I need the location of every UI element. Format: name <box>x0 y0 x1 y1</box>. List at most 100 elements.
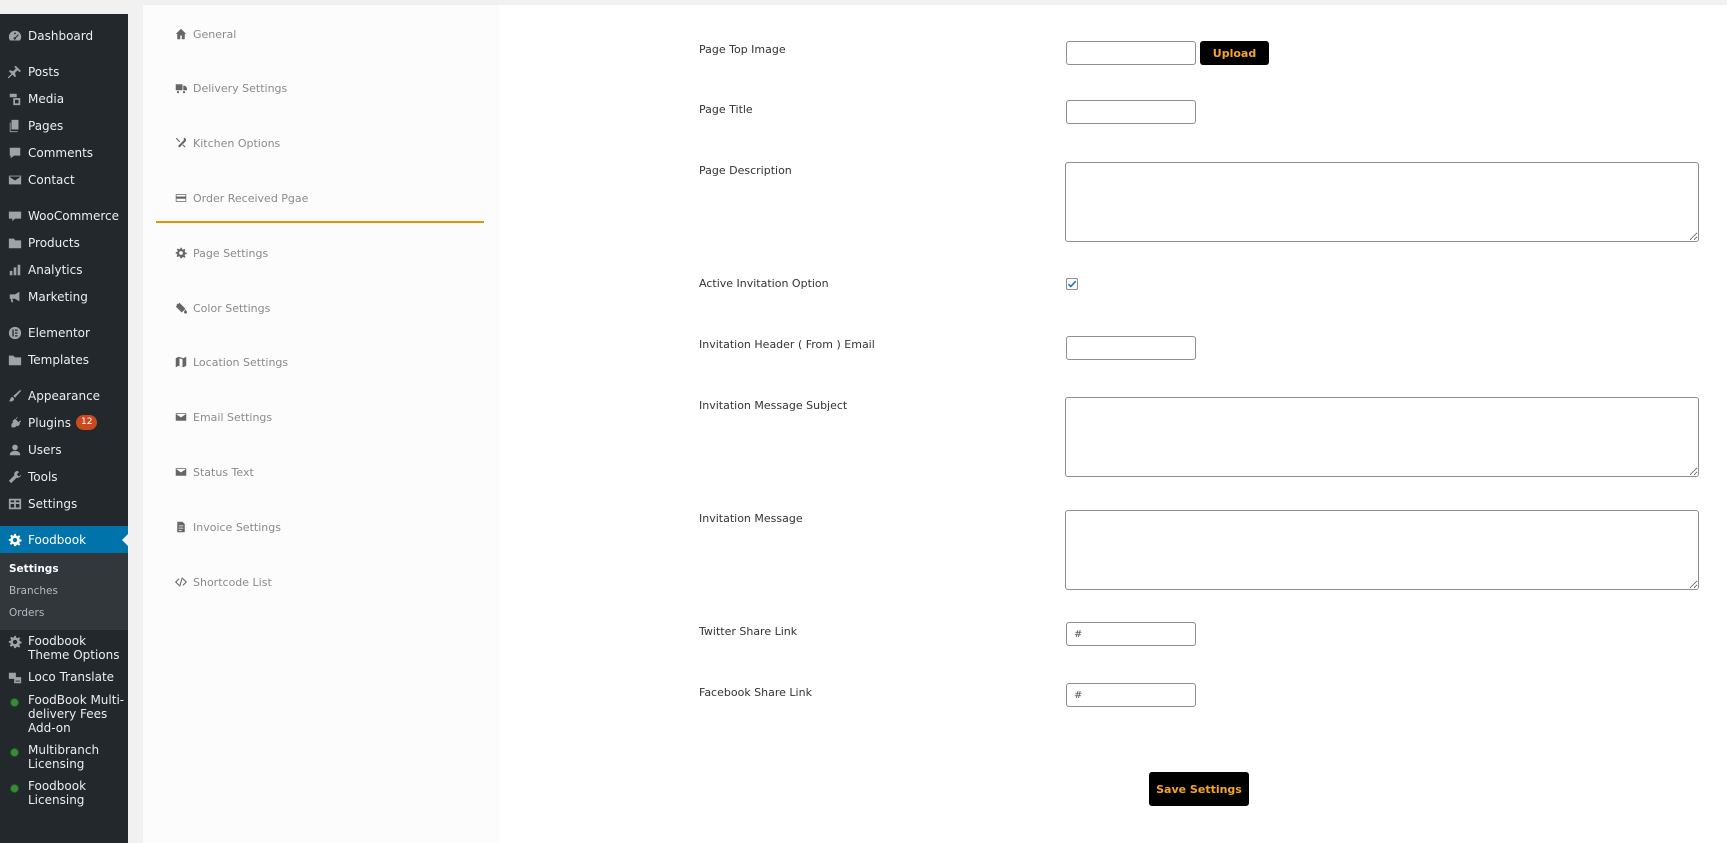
sidebar-item-foodbook-theme-options[interactable]: Foodbook Theme Options <box>0 630 128 666</box>
sidebar-item-label: Foodbook Theme Options <box>28 634 120 662</box>
tab-email-settings[interactable]: Email Settings <box>175 409 272 425</box>
envelope-icon <box>175 413 187 421</box>
tab-general[interactable]: General <box>175 26 236 42</box>
sidebar-item-label: Users <box>28 442 62 457</box>
sidebar-item-contact[interactable]: Contact <box>0 166 128 193</box>
active-tab-underline <box>156 221 484 223</box>
tab-label: Invoice Settings <box>193 520 281 534</box>
tab-label: Order Received Pgae <box>193 191 309 205</box>
update-count-badge: 12 <box>75 415 98 430</box>
elementor-icon <box>7 325 22 340</box>
facebook-link-input[interactable] <box>1066 683 1196 707</box>
gear-icon <box>7 532 22 547</box>
admin-sidebar: Dashboard Posts Media Pages Comments Con… <box>0 0 128 843</box>
page-top-image-input[interactable] <box>1066 41 1196 65</box>
sidebar-item-label: Settings <box>28 496 78 511</box>
sidebar-item-tools[interactable]: Tools <box>0 463 128 490</box>
credit-card-icon <box>175 194 187 202</box>
invitation-header-email-input[interactable] <box>1066 336 1196 360</box>
sidebar-item-label: Multibranch Licensing <box>28 743 100 771</box>
twitter-link-input[interactable] <box>1066 622 1196 646</box>
products-icon <box>7 235 22 250</box>
sidebar-item-foodbook-licensing[interactable]: Foodbook Licensing <box>0 775 128 811</box>
sidebar-item-plugins[interactable]: Plugins 12 <box>0 409 128 436</box>
sidebar-item-label: Templates <box>28 352 90 367</box>
sidebar-item-multidelivery-fees[interactable]: FoodBook Multi-delivery Fees Add-on <box>0 689 128 739</box>
tools-icon <box>175 137 187 148</box>
folder-icon <box>7 352 22 367</box>
page-title-input[interactable] <box>1066 100 1196 124</box>
woo-icon <box>7 208 22 223</box>
sidebar-item-label: Posts <box>28 64 60 79</box>
sidebar-item-label: Analytics <box>28 262 83 277</box>
gear-icon <box>175 247 187 259</box>
sidebar-item-label: Products <box>28 235 80 250</box>
media-icon <box>7 91 22 106</box>
user-icon <box>7 442 22 457</box>
tab-page-settings[interactable]: Page Settings <box>175 245 268 261</box>
settings-tabs: General Delivery Settings Kitchen Option… <box>143 5 497 843</box>
sidebar-item-woocommerce[interactable]: WooCommerce <box>0 202 128 229</box>
sidebar-item-posts[interactable]: Posts <box>0 58 128 85</box>
sidebar-item-users[interactable]: Users <box>0 436 128 463</box>
checkmark-icon <box>1067 280 1077 288</box>
sidebar-item-label: Pages <box>28 118 64 133</box>
sidebar-item-elementor[interactable]: Elementor <box>0 319 128 346</box>
sidebar-item-label: Media <box>28 91 65 106</box>
translate-icon <box>7 670 22 685</box>
save-settings-button[interactable]: Save Settings <box>1149 772 1249 806</box>
upload-button[interactable]: Upload <box>1200 41 1269 65</box>
submenu-item-settings[interactable]: Settings <box>0 558 128 580</box>
tab-label: Location Settings <box>193 355 289 369</box>
comment-icon <box>7 145 22 160</box>
sidebar-item-label: Tools <box>28 469 58 484</box>
submenu-item-orders[interactable]: Orders <box>0 602 128 624</box>
page-description-textarea[interactable] <box>1065 162 1699 242</box>
sidebar-item-analytics[interactable]: Analytics <box>0 256 128 283</box>
dot-icon <box>7 693 22 708</box>
active-invitation-label: Active Invitation Option <box>699 277 829 290</box>
tab-invoice-settings[interactable]: Invoice Settings <box>175 519 281 535</box>
file-icon <box>177 521 185 533</box>
sidebar-item-multibranch-licensing[interactable]: Multibranch Licensing <box>0 739 128 775</box>
sidebar-item-loco-translate[interactable]: Loco Translate <box>0 666 128 689</box>
sidebar-item-products[interactable]: Products <box>0 229 128 256</box>
submenu-item-branches[interactable]: Branches <box>0 580 128 602</box>
tab-order-received-page[interactable]: Order Received Pgae <box>175 190 308 206</box>
sidebar-item-comments[interactable]: Comments <box>0 139 128 166</box>
sidebar-item-dashboard[interactable]: Dashboard <box>0 22 128 49</box>
invitation-message-textarea[interactable] <box>1065 510 1699 590</box>
twitter-link-label: Twitter Share Link <box>699 625 798 638</box>
page-description-label: Page Description <box>699 164 792 177</box>
paint-bucket-icon <box>175 302 187 314</box>
code-icon <box>175 577 187 587</box>
sidebar-item-label: Dashboard <box>28 28 94 43</box>
sidebar-item-marketing[interactable]: Marketing <box>0 283 128 310</box>
sidebar-item-label: FoodBook Multi-delivery Fees Add-on <box>28 693 125 735</box>
tab-status-text[interactable]: Status Text <box>175 464 254 480</box>
tab-location-settings[interactable]: Location Settings <box>175 354 288 370</box>
sidebar-item-label: Loco Translate <box>28 670 115 684</box>
tab-color-settings[interactable]: Color Settings <box>175 300 270 316</box>
settings-icon <box>7 496 22 511</box>
sidebar-item-foodbook[interactable]: Foodbook <box>0 526 128 553</box>
sidebar-item-label: Plugins <box>28 415 71 430</box>
invitation-subject-label: Invitation Message Subject <box>699 399 848 412</box>
invitation-subject-textarea[interactable] <box>1065 397 1699 477</box>
sidebar-item-media[interactable]: Media <box>0 85 128 112</box>
tab-kitchen-options[interactable]: Kitchen Options <box>175 135 280 151</box>
sidebar-item-templates[interactable]: Templates <box>0 346 128 373</box>
invitation-header-email-label: Invitation Header ( From ) Email <box>699 338 875 351</box>
tab-shortcode-list[interactable]: Shortcode List <box>175 574 272 590</box>
plugin-icon <box>7 415 22 430</box>
sidebar-item-label: Elementor <box>28 325 90 340</box>
sidebar-item-label: Marketing <box>28 289 88 304</box>
sidebar-item-label: Comments <box>28 145 94 160</box>
dashboard-icon <box>7 28 22 43</box>
tab-label: Page Settings <box>193 246 269 260</box>
sidebar-item-appearance[interactable]: Appearance <box>0 382 128 409</box>
active-invitation-checkbox[interactable] <box>1066 278 1078 290</box>
tab-delivery-settings[interactable]: Delivery Settings <box>175 80 287 96</box>
sidebar-item-pages[interactable]: Pages <box>0 112 128 139</box>
sidebar-item-settings[interactable]: Settings <box>0 490 128 517</box>
